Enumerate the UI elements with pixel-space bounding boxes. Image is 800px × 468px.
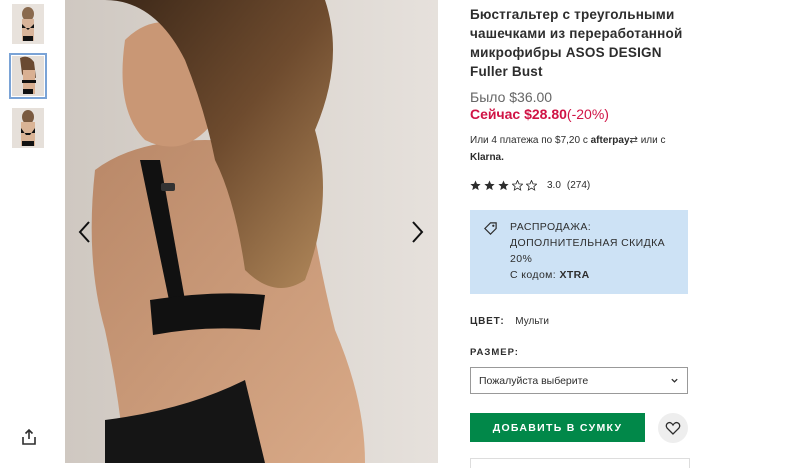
thumbnail-1[interactable] [12,4,44,44]
thumbnail-image [12,108,44,148]
size-select[interactable]: Пожалуйста выберите [470,367,688,394]
payment-prefix: Или 4 платежа по $7,20 с [470,135,588,146]
promo-line-1: РАСПРОДАЖА: [510,221,592,233]
promo-line-2: ДОПОЛНИТЕЛЬНАЯ СКИДКА [510,237,666,249]
save-for-later-button[interactable] [658,413,688,443]
price-discount: (-20%) [566,106,609,122]
product-title: Бюстгальтер с треугольными чашечками из … [470,7,683,79]
thumbnail-image [12,4,44,44]
klarna-logo[interactable]: Klarna. [470,152,504,163]
star-empty-icon [512,180,523,191]
payment-middle: или с [640,135,666,146]
color-row: ЦВЕТ: Мульти [470,316,549,327]
promo-code: XTRA [559,269,590,281]
price-now-label: Сейчас $28.80 [470,106,567,122]
payment-options: Или 4 платежа по $7,20 с afterpay⇄ или с… [470,132,695,166]
thumbnail-image [12,56,44,96]
afterpay-logo[interactable]: afterpay [591,135,630,146]
afterpay-icon: ⇄ [629,135,638,146]
size-select-value: Пожалуйста выберите [479,374,589,387]
promo-code-label: С кодом: [510,269,557,281]
product-main-image [65,0,438,463]
promo-code-row: С кодом: XTRA [510,267,678,283]
rating-score: 3.0 [547,180,561,191]
rating[interactable]: 3.0 (274) [470,180,590,191]
color-value: Мульти [515,316,549,327]
promo-banner: РАСПРОДАЖА: ДОПОЛНИТЕЛЬНАЯ СКИДКА 20% С … [470,210,688,294]
color-label: ЦВЕТ: [470,316,505,327]
promo-line-3: 20% [510,253,533,265]
thumbnail-3[interactable] [12,108,44,148]
rating-count: (274) [566,180,591,191]
star-filled-icon [484,180,495,191]
heart-icon [665,421,681,435]
star-empty-icon [526,180,537,191]
star-filled-icon [470,180,481,191]
more-info-box [470,458,690,468]
price-was: Было $36.00 [470,89,553,105]
chevron-down-icon [671,378,678,383]
product-photo [65,0,438,463]
thumbnail-2[interactable] [9,53,47,99]
price-now: Сейчас $28.80(-20%) [470,106,609,122]
size-label: РАЗМЕР: [470,347,519,358]
star-filled-icon [498,180,509,191]
add-to-bag-button[interactable]: ДОБАВИТЬ В СУМКУ [470,413,645,442]
chevron-right-icon[interactable] [406,218,428,246]
chevron-left-icon[interactable] [74,218,96,246]
share-icon[interactable] [20,428,38,446]
price-tag-icon [484,222,497,235]
rating-stars [470,180,537,191]
